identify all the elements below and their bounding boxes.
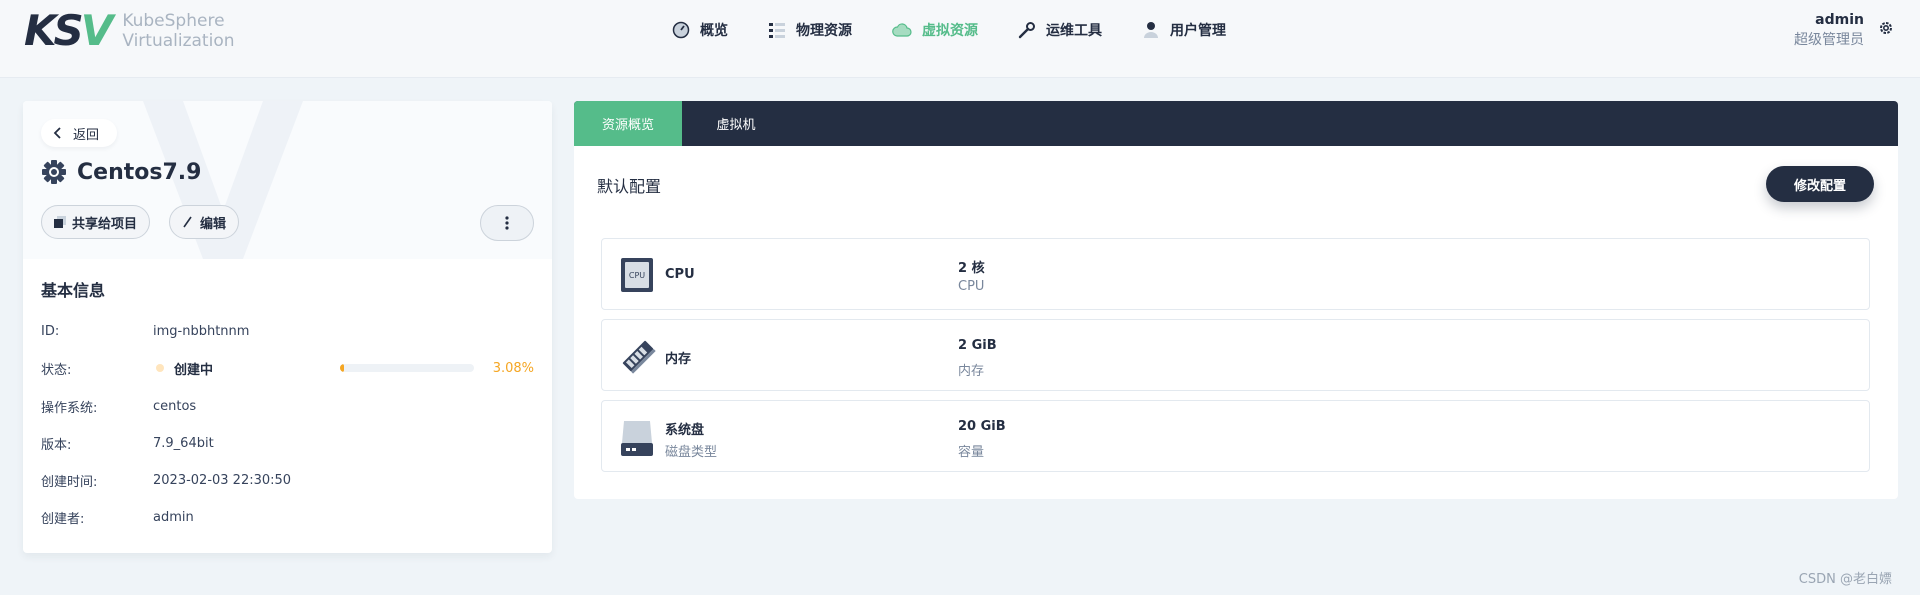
progress-bar <box>340 364 474 372</box>
resource-name: 系统盘 <box>665 423 705 438</box>
info-label: 状态: <box>41 362 72 378</box>
info-value: 7.9_64bit <box>153 435 214 451</box>
info-label: ID: <box>41 323 60 339</box>
resource-value-sub: CPU <box>958 279 985 294</box>
logo-text-line2: Virtualization <box>122 31 235 51</box>
chevron-left-icon <box>53 127 61 139</box>
list-icon <box>769 23 785 38</box>
info-row-creator: 创建者: admin <box>41 507 534 527</box>
edit-config-button[interactable]: 修改配置 <box>1766 166 1874 202</box>
info-label: 创建者: <box>41 511 85 527</box>
resource-value: 2 GiB <box>958 338 997 353</box>
status-badge: 创建中 <box>174 362 214 378</box>
nav-item-ops[interactable]: 运维工具 <box>1018 18 1102 42</box>
disk-icon <box>621 421 653 456</box>
back-button[interactable]: 返回 <box>41 119 118 147</box>
info-value: img-nbbhtnnm <box>153 323 250 339</box>
nav-item-virtual[interactable]: 虚拟资源 <box>892 18 978 42</box>
nav-item-overview[interactable]: 概览 <box>672 18 728 42</box>
ksv-logo-mark: KSV <box>24 6 113 55</box>
nav-label: 概览 <box>700 23 728 39</box>
status-dot <box>156 364 164 372</box>
nav-item-physical[interactable]: 物理资源 <box>768 18 852 42</box>
resource-row-memory: 内存 2 GiB 内存 <box>601 319 1870 391</box>
info-label: 创建时间: <box>41 474 98 490</box>
top-header: KSV KubeSphere Virtualization 概览 物理资源 虚拟… <box>0 0 1920 78</box>
info-label: 操作系统: <box>41 400 98 416</box>
cloud-icon <box>892 23 912 37</box>
resource-value: 2 核 <box>958 261 985 276</box>
info-row-status: 状态: 创建中 3.08% <box>41 358 534 378</box>
logo-text: KubeSphere Virtualization <box>122 11 234 51</box>
user-role: 超级管理员 <box>1794 32 1864 48</box>
tab-resource-overview[interactable]: 资源概览 <box>574 101 682 146</box>
back-label: 返回 <box>73 127 100 143</box>
resource-name: CPU <box>665 267 695 282</box>
user-menu[interactable]: admin 超级管理员 <box>1794 10 1864 50</box>
wrench-icon <box>1018 22 1035 39</box>
basic-info-title: 基本信息 <box>41 281 106 300</box>
resource-row-disk: 系统盘 磁盘类型 20 GiB 容量 <box>601 400 1870 472</box>
watermark-text: CSDN @老白嫖 <box>1798 572 1892 587</box>
info-row-os: 操作系统: centos <box>41 396 534 416</box>
detail-header: 返回 Centos7.9 共享给项目 编辑 <box>23 101 552 259</box>
resource-row-cpu: CPU CPU 2 核 CPU <box>601 238 1870 310</box>
share-to-project-button[interactable]: 共享给项目 <box>41 205 151 239</box>
title-row: Centos7.9 <box>41 159 201 185</box>
resource-name: 内存 <box>665 352 692 367</box>
progress-fill <box>340 364 345 372</box>
resource-value-sub: 容量 <box>958 445 985 460</box>
info-value: admin <box>153 509 194 525</box>
page-title: Centos7.9 <box>77 159 202 185</box>
nav-item-users[interactable]: 用户管理 <box>1142 18 1226 42</box>
more-actions-button[interactable] <box>480 205 534 241</box>
info-label: 版本: <box>41 437 72 453</box>
progress-percent: 3.08% <box>492 360 534 376</box>
resource-sub: 磁盘类型 <box>665 445 718 460</box>
info-value: centos <box>153 398 197 414</box>
edit-button[interactable]: 编辑 <box>169 205 240 239</box>
user-icon <box>1144 22 1158 38</box>
nav-label: 虚拟资源 <box>922 23 978 39</box>
section-title: 默认配置 <box>597 177 662 196</box>
share-label: 共享给项目 <box>72 216 138 232</box>
more-vertical-icon <box>505 216 509 230</box>
dashboard-icon <box>672 21 690 39</box>
pen-icon <box>183 216 192 228</box>
nav-label: 用户管理 <box>1170 23 1226 39</box>
resource-value: 20 GiB <box>958 419 1006 434</box>
nav-label: 物理资源 <box>796 23 852 39</box>
gear-icon[interactable] <box>1878 20 1894 36</box>
tab-virtual-machines[interactable]: 虚拟机 <box>682 101 790 146</box>
info-row-created: 创建时间: 2023-02-03 22:30:50 <box>41 470 534 490</box>
resource-value-sub: 内存 <box>958 364 985 379</box>
logo[interactable]: KSV KubeSphere Virtualization <box>24 10 235 52</box>
user-name: admin <box>1815 12 1864 28</box>
tab-bar: 资源概览 虚拟机 <box>574 101 1898 146</box>
centos-logo-icon <box>42 160 66 184</box>
image-detail-card: 返回 Centos7.9 共享给项目 编辑 基本信息 ID: img-nbbht… <box>23 101 552 553</box>
logo-text-line1: KubeSphere <box>122 11 225 31</box>
cpu-chip-text: CPU <box>629 271 645 280</box>
info-row-version: 版本: 7.9_64bit <box>41 433 534 453</box>
resource-panel: 资源概览 虚拟机 默认配置 修改配置 CPU CPU 2 核 CPU 内存 2 … <box>574 101 1898 499</box>
main-nav: 概览 物理资源 虚拟资源 运维工具 用户管理 <box>672 18 1266 42</box>
info-row-id: ID: img-nbbhtnnm <box>41 321 534 341</box>
info-value: 2023-02-03 22:30:50 <box>153 472 292 488</box>
copy-icon <box>54 216 66 228</box>
edit-label: 编辑 <box>200 216 227 232</box>
memory-icon <box>622 340 656 374</box>
nav-label: 运维工具 <box>1046 23 1102 39</box>
cpu-icon: CPU <box>621 258 653 292</box>
